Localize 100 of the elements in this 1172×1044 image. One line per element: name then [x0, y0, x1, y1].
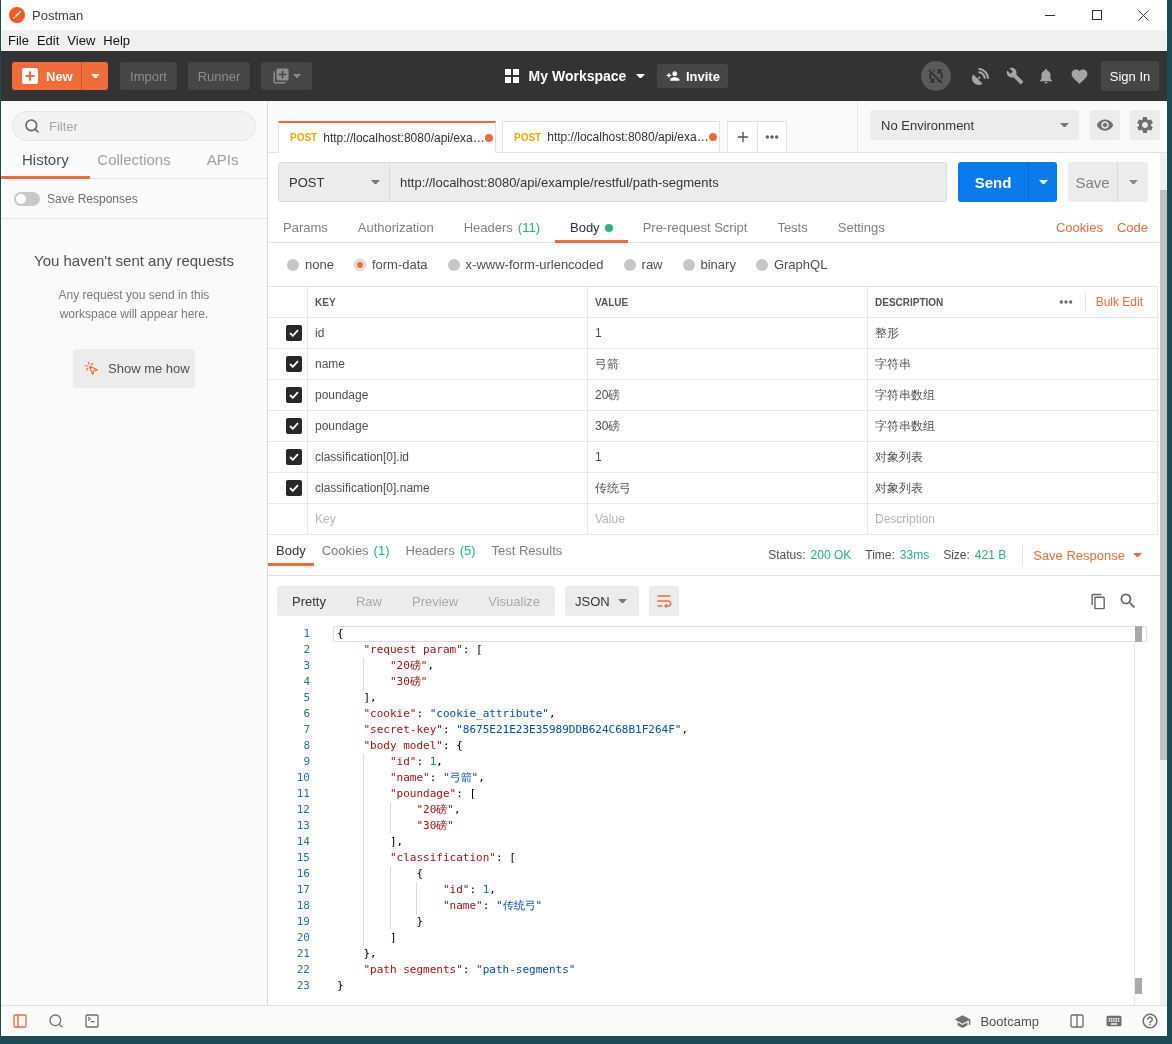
line-number: 16	[295, 866, 311, 882]
wrench-icon[interactable]	[1006, 67, 1024, 85]
plus-icon	[22, 68, 38, 84]
checkbox[interactable]	[286, 356, 302, 372]
menu-item[interactable]: Edit	[32, 30, 64, 51]
help-icon[interactable]	[1141, 1012, 1159, 1030]
code-line: }	[416, 914, 424, 930]
invite-button[interactable]: Invite	[657, 64, 729, 88]
graduation-cap-icon	[954, 1012, 972, 1030]
maximize-icon[interactable]	[1091, 10, 1102, 20]
eye-icon	[1096, 116, 1114, 134]
radio-button[interactable]	[353, 258, 366, 271]
response-tab[interactable]: Test Results	[483, 535, 571, 566]
toggle-switch[interactable]	[14, 191, 40, 206]
checkbox[interactable]	[286, 480, 302, 496]
method-dropdown[interactable]: POST	[278, 162, 390, 202]
show-me-how-button[interactable]: Show me how	[73, 349, 195, 388]
settings-button[interactable]	[1130, 110, 1160, 140]
section-tab[interactable]: Authorization	[342, 212, 449, 243]
radio-label[interactable]: form-data	[371, 257, 428, 272]
checkbox[interactable]	[286, 449, 302, 465]
menu-item[interactable]: View	[63, 30, 100, 51]
line-number: 12	[295, 802, 311, 818]
view-mode-tab[interactable]: Pretty	[277, 586, 341, 616]
size-value: 421 B	[974, 548, 1007, 562]
check-icon	[289, 422, 299, 430]
line-number: 11	[295, 786, 311, 802]
request-tab[interactable]: POST http://localhost:8080/api/exa…	[502, 121, 720, 153]
check-icon	[289, 360, 299, 368]
line-number: 6	[302, 706, 311, 722]
request-tab[interactable]: POST http://localhost:8080/api/exa…	[278, 121, 496, 153]
table-cell: 字符串	[868, 349, 1158, 379]
response-tab[interactable]: Cookies (1)	[313, 535, 398, 566]
column-header: DESCRIPTION	[875, 296, 944, 308]
value-field[interactable]: Value	[595, 504, 867, 534]
section-tab[interactable]: Body	[555, 212, 628, 243]
response-tab[interactable]: Body	[268, 535, 314, 566]
person-add-icon	[665, 69, 680, 83]
caret-icon	[1038, 179, 1048, 185]
caret-icon	[618, 598, 628, 604]
workspace-dropdown[interactable]: My Workspace	[504, 62, 646, 90]
eye-button[interactable]	[1090, 110, 1120, 140]
section-tab[interactable]: Params	[268, 212, 343, 243]
environment-dropdown[interactable]: No Environment	[870, 110, 1079, 140]
response-tab[interactable]: Headers (5)	[397, 535, 484, 566]
bootcamp-link[interactable]: Bootcamp	[980, 1013, 1039, 1029]
radio-label[interactable]: x-www-form-urlencoded	[465, 257, 604, 272]
check-icon	[289, 329, 299, 337]
format-dropdown[interactable]: JSON	[565, 586, 640, 616]
search-icon[interactable]	[1118, 591, 1138, 611]
satellite-dish-icon[interactable]	[972, 67, 989, 85]
send-button[interactable]: Send	[958, 162, 1028, 202]
checkbox[interactable]	[286, 387, 302, 403]
code-line: "20磅",	[389, 658, 435, 674]
copy-icon[interactable]	[1090, 592, 1107, 610]
checkbox[interactable]	[286, 418, 302, 434]
search-icon[interactable]	[48, 1013, 64, 1029]
checkbox[interactable]	[286, 325, 302, 341]
line-number: 22	[295, 962, 311, 978]
minimize-icon[interactable]	[1044, 14, 1055, 16]
heart-icon[interactable]	[1070, 66, 1089, 86]
sign-in-button[interactable]: Sign In	[1101, 61, 1159, 91]
send-dropdown-button[interactable]	[1028, 162, 1057, 202]
radio-button[interactable]	[623, 258, 636, 271]
table-cell: poundage	[308, 411, 588, 441]
bell-icon[interactable]	[1037, 67, 1055, 85]
radio-label[interactable]: GraphQL	[773, 257, 828, 272]
section-tab[interactable]: Tests	[762, 212, 823, 243]
key-field[interactable]: Key	[315, 504, 587, 534]
filter-field[interactable]: Filter	[12, 111, 256, 141]
grid-icon	[504, 69, 519, 83]
radio-label[interactable]: none	[305, 257, 334, 272]
code-line: "body model": {	[363, 738, 463, 754]
code-line: "poundage": [	[389, 786, 477, 802]
radio-button[interactable]	[287, 258, 299, 271]
sidebar-icon[interactable]	[12, 1013, 28, 1029]
code-line: ]	[389, 930, 397, 946]
menu-item[interactable]: Help	[99, 30, 135, 51]
console-icon[interactable]	[84, 1013, 100, 1029]
section-tab[interactable]: Headers (11)	[448, 212, 555, 243]
add-box-icon	[272, 67, 290, 85]
radio-button[interactable]	[755, 258, 768, 271]
section-tab[interactable]: Settings	[822, 212, 900, 243]
radio-label[interactable]: binary	[700, 257, 736, 272]
line-number: 20	[295, 930, 311, 946]
sidebar-tab[interactable]: History	[1, 141, 90, 179]
radio-button[interactable]	[447, 258, 460, 271]
check-icon	[289, 484, 299, 492]
radio-button[interactable]	[682, 258, 695, 271]
description-field[interactable]: Description	[875, 504, 1157, 534]
close-icon[interactable]	[1138, 9, 1149, 21]
sync-off-icon	[926, 66, 946, 86]
radio-label[interactable]: raw	[641, 257, 663, 272]
window-title: Postman	[32, 7, 84, 23]
url-field[interactable]: http://localhost:8080/api/example/restful/path-segments	[390, 162, 947, 202]
menu-item[interactable]: File	[4, 30, 33, 51]
new-window-button[interactable]	[261, 62, 312, 90]
section-tab[interactable]: Pre-request Script	[627, 212, 763, 243]
new-dropdown-button[interactable]	[81, 62, 108, 90]
split-view-icon[interactable]	[1069, 1013, 1085, 1029]
